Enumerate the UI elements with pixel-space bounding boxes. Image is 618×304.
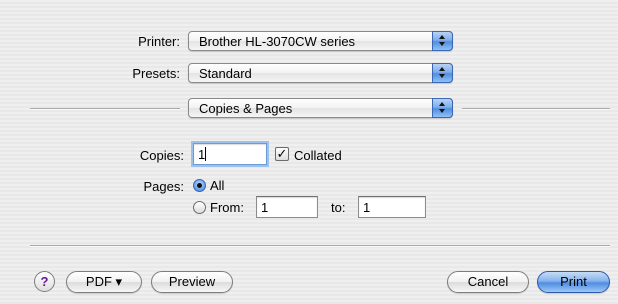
pages-all-label[interactable]: All <box>210 178 224 193</box>
checkmark-icon: ✓ <box>276 146 288 161</box>
help-icon: ? <box>40 274 49 289</box>
pages-all-radio[interactable] <box>193 179 206 192</box>
pages-label: Pages: <box>143 179 184 194</box>
print-button[interactable]: Print <box>537 271 610 293</box>
collated-label[interactable]: Collated <box>294 148 342 163</box>
preview-button[interactable]: Preview <box>151 271 233 293</box>
pdf-menu-button[interactable]: PDF ▾ <box>66 271 142 293</box>
panel-popup[interactable]: Copies & Pages <box>188 98 453 118</box>
collated-checkbox[interactable]: ✓ <box>275 147 289 161</box>
popup-arrows-icon <box>432 63 453 83</box>
pages-from-input[interactable]: 1 <box>256 196 318 218</box>
printer-value: Brother HL-3070CW series <box>199 34 356 49</box>
bottom-separator <box>30 245 610 247</box>
copies-input[interactable]: 1 <box>193 143 267 165</box>
cancel-button[interactable]: Cancel <box>447 271 529 293</box>
pages-from-value: 1 <box>261 200 269 215</box>
popup-arrows-icon <box>432 31 453 51</box>
presets-popup[interactable]: Standard <box>188 63 453 83</box>
radio-dot-icon <box>197 183 202 188</box>
text-caret <box>205 147 206 161</box>
presets-value: Standard <box>199 66 252 81</box>
separator-right <box>462 108 610 110</box>
separator-left <box>30 108 180 110</box>
printer-label: Printer: <box>138 34 180 49</box>
pages-from-radio[interactable] <box>193 201 206 214</box>
pages-to-label: to: <box>331 200 346 215</box>
pages-from-label[interactable]: From: <box>210 200 244 215</box>
presets-label: Presets: <box>132 66 180 81</box>
help-button[interactable]: ? <box>34 271 55 292</box>
printer-popup[interactable]: Brother HL-3070CW series <box>188 31 453 51</box>
pages-to-input[interactable]: 1 <box>358 196 426 218</box>
pages-to-value: 1 <box>363 200 371 215</box>
popup-arrows-icon <box>432 98 453 118</box>
panel-value: Copies & Pages <box>199 101 293 116</box>
copies-label: Copies: <box>139 148 184 163</box>
